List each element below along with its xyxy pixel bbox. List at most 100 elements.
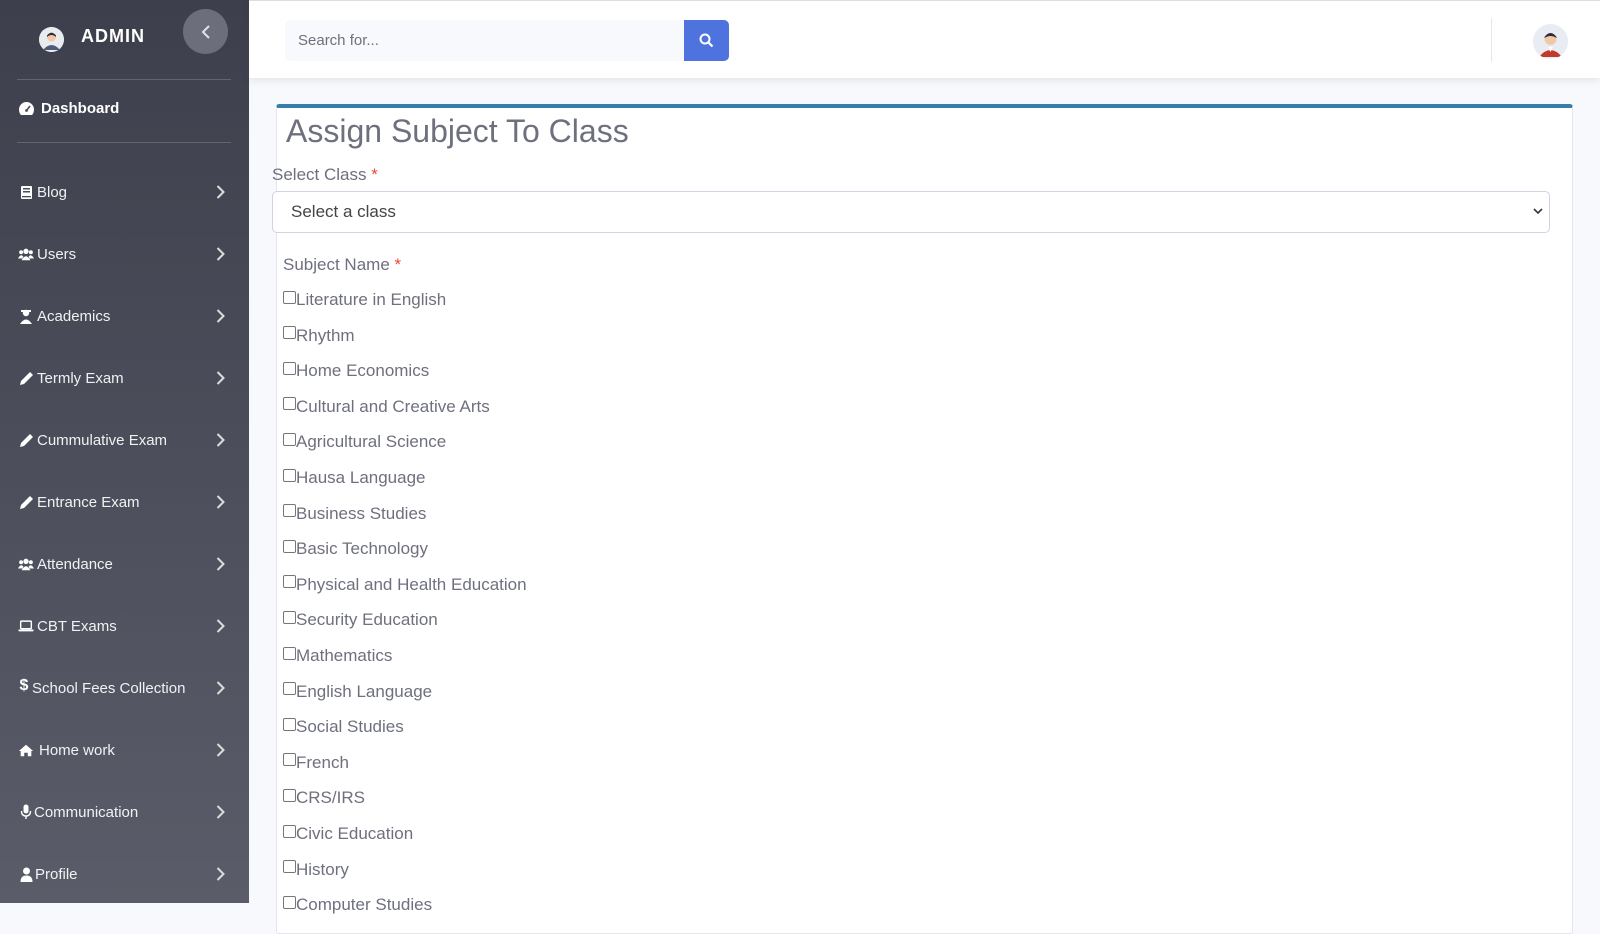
sidebar-item-users[interactable]: Users bbox=[0, 234, 249, 274]
subject-checkbox-item[interactable]: Physical and Health Education bbox=[283, 575, 527, 595]
subject-name-label-text: Subject Name bbox=[283, 255, 390, 274]
avatar-icon bbox=[1533, 24, 1568, 59]
subject-checkbox[interactable] bbox=[283, 717, 296, 731]
subject-checkbox[interactable] bbox=[283, 895, 296, 909]
sidebar-item-label: Termly Exam bbox=[37, 369, 124, 387]
sidebar-divider bbox=[17, 142, 231, 143]
subject-checkbox-item[interactable]: Business Studies bbox=[283, 504, 426, 524]
subject-checkbox[interactable] bbox=[283, 361, 296, 375]
sidebar-item-termly-exam[interactable]: Termly Exam bbox=[0, 358, 249, 398]
topbar bbox=[249, 0, 1600, 78]
subject-checkbox-item[interactable]: Mathematics bbox=[283, 646, 392, 666]
sidebar-item-home-work[interactable]: Home work bbox=[0, 730, 249, 770]
class-select[interactable]: Select a class bbox=[272, 191, 1550, 233]
subject-label: Mathematics bbox=[296, 646, 393, 665]
chevron-right-icon bbox=[216, 681, 225, 695]
subject-checkbox-item[interactable]: Cultural and Creative Arts bbox=[283, 397, 490, 417]
subject-checkbox[interactable] bbox=[283, 646, 296, 660]
subject-checkbox[interactable] bbox=[283, 432, 296, 446]
pencil-icon bbox=[18, 370, 34, 386]
subject-checkbox-item[interactable]: Agricultural Science bbox=[283, 432, 446, 452]
subject-label: Literature in English bbox=[296, 290, 447, 309]
subject-label: Home Economics bbox=[296, 361, 430, 381]
subject-checkbox[interactable] bbox=[283, 397, 296, 411]
chevron-right-icon bbox=[216, 371, 225, 385]
laptop-icon bbox=[18, 618, 34, 634]
page-title: Assign Subject To Class bbox=[286, 113, 629, 149]
subject-checkbox-item[interactable]: Computer Studies bbox=[283, 895, 432, 915]
subject-label: Social Studies bbox=[296, 717, 404, 737]
sidebar-item-attendance[interactable]: Attendance bbox=[0, 544, 249, 584]
sidebar-item-label: Blog bbox=[37, 183, 68, 201]
sidebar-divider bbox=[17, 79, 231, 80]
search-button[interactable] bbox=[684, 20, 729, 61]
sidebar-item-label: CBT Exams bbox=[37, 617, 117, 635]
subject-checkbox-item[interactable]: History bbox=[283, 860, 349, 880]
subject-checkbox-item[interactable]: French bbox=[283, 753, 349, 773]
search-icon bbox=[699, 33, 714, 48]
subject-checkbox-item[interactable]: Rhythm bbox=[283, 326, 355, 346]
subject-checkbox[interactable] bbox=[283, 788, 296, 802]
subject-label: Computer Studies bbox=[296, 895, 433, 915]
sidebar-item-entrance-exam[interactable]: Entrance Exam bbox=[0, 482, 249, 522]
subject-checkbox[interactable] bbox=[283, 326, 296, 340]
chevron-right-icon bbox=[216, 185, 225, 199]
subject-checkbox[interactable] bbox=[283, 824, 296, 838]
sidebar-item-dashboard[interactable]: Dashboard bbox=[18, 100, 119, 117]
sidebar-toggle-button[interactable] bbox=[183, 9, 228, 54]
subject-label: Rhythm bbox=[296, 325, 355, 345]
subject-checkbox-item[interactable]: Home Economics bbox=[283, 361, 429, 381]
subject-checkbox[interactable] bbox=[283, 610, 296, 624]
subject-checkbox-item[interactable]: CRS/IRS bbox=[283, 788, 365, 808]
subject-label: Cultural and Creative Arts bbox=[296, 396, 490, 416]
sidebar-item-label: Attendance bbox=[37, 555, 113, 573]
subject-checkbox[interactable] bbox=[283, 753, 296, 767]
subject-checkbox[interactable] bbox=[283, 504, 296, 518]
chevron-right-icon bbox=[216, 309, 225, 323]
microphone-icon bbox=[18, 804, 34, 820]
subject-checkbox[interactable] bbox=[283, 539, 296, 553]
sidebar-item-cbt-exams[interactable]: CBT Exams bbox=[0, 606, 249, 646]
sidebar-item-cummulative-exam[interactable]: Cummulative Exam bbox=[0, 420, 249, 460]
sidebar-item-academics[interactable]: Academics bbox=[0, 296, 249, 336]
subject-label: History bbox=[296, 859, 349, 879]
sidebar-item-school-fees-collection[interactable]: $ School Fees Collection bbox=[0, 668, 249, 708]
subject-label: Basic Technology bbox=[296, 539, 428, 559]
select-class-label: Select Class * bbox=[272, 165, 378, 185]
subject-checkbox[interactable] bbox=[283, 682, 296, 696]
subject-label: Agricultural Science bbox=[296, 432, 447, 452]
pencil-icon bbox=[18, 494, 34, 510]
subject-label: Business Studies bbox=[296, 503, 427, 523]
chevron-right-icon bbox=[216, 247, 225, 261]
sidebar-item-label: Communication bbox=[34, 803, 139, 821]
subject-checkbox[interactable] bbox=[283, 290, 296, 304]
subject-checkbox-item[interactable]: Hausa Language bbox=[283, 468, 426, 488]
subject-checkbox[interactable] bbox=[283, 468, 296, 482]
sidebar-item-profile[interactable]: Profile bbox=[0, 854, 249, 894]
search-input[interactable] bbox=[285, 20, 685, 61]
subject-checkbox[interactable] bbox=[283, 860, 296, 874]
home-icon bbox=[18, 742, 34, 758]
subject-checkbox-item[interactable]: English Language bbox=[283, 682, 432, 702]
sidebar-item-label: Profile bbox=[35, 865, 78, 883]
subject-label: Physical and Health Education bbox=[296, 574, 527, 594]
class-select-value: Select a class bbox=[291, 202, 396, 221]
sidebar-item-communication[interactable]: Communication bbox=[0, 792, 249, 832]
subject-label: English Language bbox=[296, 681, 433, 701]
subject-checkbox-item[interactable]: Social Studies bbox=[283, 717, 404, 737]
subject-name-label: Subject Name * bbox=[283, 255, 401, 275]
user-avatar[interactable] bbox=[1533, 24, 1568, 59]
subject-checkbox-item[interactable]: Literature in English bbox=[283, 290, 446, 310]
select-class-label-text: Select Class bbox=[272, 165, 367, 184]
subject-checkbox[interactable] bbox=[283, 575, 296, 589]
subject-checkbox-item[interactable]: Security Education bbox=[283, 610, 438, 630]
sidebar-item-blog[interactable]: Blog bbox=[0, 172, 249, 212]
teacher-icon bbox=[18, 308, 34, 324]
sidebar-item-label: School Fees Collection bbox=[32, 679, 186, 697]
subject-checkbox-item[interactable]: Civic Education bbox=[283, 824, 413, 844]
subject-label: CRS/IRS bbox=[296, 788, 365, 808]
chevron-right-icon bbox=[216, 743, 225, 757]
subject-checkbox-item[interactable]: Basic Technology bbox=[283, 539, 428, 559]
dollar-icon: $ bbox=[19, 677, 29, 694]
brand-title: ADMIN bbox=[81, 26, 145, 46]
